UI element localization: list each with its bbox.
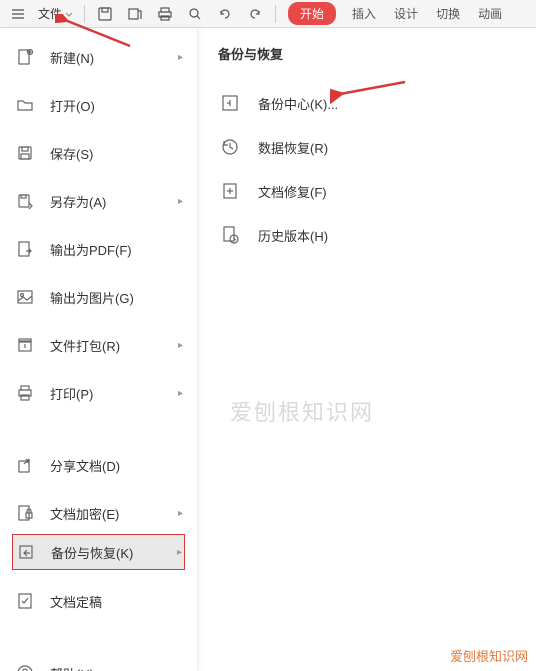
file-menu[interactable]: 文件 xyxy=(34,5,78,22)
encrypt-icon xyxy=(14,502,36,524)
sidebar-item-label: 帮助(H) xyxy=(50,664,178,671)
sidebar-item-help[interactable]: 帮助(H) ▸ xyxy=(0,654,197,671)
panel-item-label: 数据恢复(R) xyxy=(258,138,328,157)
data-recover-icon xyxy=(218,135,242,159)
tab-design[interactable]: 设计 xyxy=(386,2,426,25)
right-panel: 备份与恢复 备份中心(K)... 数据恢复(R) 文档修复(F) 历史版本(H) xyxy=(198,28,536,671)
sidebar-item-img[interactable]: 输出为图片(G) xyxy=(0,278,197,316)
panel-item-data-recover[interactable]: 数据恢复(R) xyxy=(218,125,536,169)
print-icon[interactable] xyxy=(151,2,179,26)
redo-icon[interactable] xyxy=(241,2,269,26)
sidebar-item-label: 打开(O) xyxy=(50,96,183,115)
panel-item-history[interactable]: 历史版本(H) xyxy=(218,213,536,257)
sidebar-item-pdf[interactable]: 输出为PDF(F) xyxy=(0,230,197,268)
tab-animation[interactable]: 动画 xyxy=(470,2,510,25)
share-icon xyxy=(14,454,36,476)
panel-item-doc-repair[interactable]: 文档修复(F) xyxy=(218,169,536,213)
sidebar-item-label: 备份与恢复(K) xyxy=(51,543,177,562)
separator xyxy=(275,5,276,23)
sidebar-item-label: 分享文档(D) xyxy=(50,456,183,475)
undo-icon[interactable] xyxy=(211,2,239,26)
save-icon[interactable] xyxy=(91,2,119,26)
sidebar-item-backup[interactable]: 备份与恢复(K) ▸ xyxy=(12,534,185,570)
sidebar-item-print[interactable]: 打印(P) ▸ xyxy=(0,374,197,412)
final-icon xyxy=(14,590,36,612)
pack-icon xyxy=(14,334,36,356)
panel-title: 备份与恢复 xyxy=(218,44,536,63)
preview-icon[interactable] xyxy=(181,2,209,26)
chevron-down-icon xyxy=(64,9,74,19)
chevron-right-icon: ▸ xyxy=(178,388,183,399)
sidebar-item-label: 新建(N) xyxy=(50,48,178,67)
chevron-right-icon: ▸ xyxy=(178,340,183,351)
sidebar-item-label: 输出为PDF(F) xyxy=(50,240,183,259)
doc-repair-icon xyxy=(218,179,242,203)
pdf-icon xyxy=(14,238,36,260)
save-icon xyxy=(14,142,36,164)
panel-item-label: 文档修复(F) xyxy=(258,182,327,201)
sidebar-item-save[interactable]: 保存(S) xyxy=(0,134,197,172)
sidebar-item-label: 打印(P) xyxy=(50,384,178,403)
sidebar-item-encrypt[interactable]: 文档加密(E) ▸ xyxy=(0,494,197,532)
sidebar-item-label: 文档加密(E) xyxy=(50,504,178,523)
sidebar-item-label: 文件打包(R) xyxy=(50,336,178,355)
file-menu-label: 文件 xyxy=(38,5,62,22)
saveas-icon xyxy=(14,190,36,212)
sidebar-item-label: 文档定稿 xyxy=(50,592,183,611)
chevron-right-icon: ▸ xyxy=(177,547,182,558)
chevron-right-icon: ▸ xyxy=(178,668,183,671)
toolbar: 文件 开始 插入 设计 切换 动画 xyxy=(0,0,536,28)
help-icon xyxy=(14,662,36,671)
sidebar-item-pack[interactable]: 文件打包(R) ▸ xyxy=(0,326,197,364)
panel-item-backup-center[interactable]: 备份中心(K)... xyxy=(218,81,536,125)
sidebar-item-new[interactable]: 新建(N) ▸ xyxy=(0,38,197,76)
sidebar-item-share[interactable]: 分享文档(D) xyxy=(0,446,197,484)
sidebar-item-final[interactable]: 文档定稿 xyxy=(0,582,197,620)
tab-start[interactable]: 开始 xyxy=(288,2,336,25)
menu-icon[interactable] xyxy=(4,2,32,26)
panel-item-label: 备份中心(K)... xyxy=(258,94,338,113)
undo-group-icon[interactable] xyxy=(121,2,149,26)
sidebar: 新建(N) ▸ 打开(O) 保存(S) 另存为(A) ▸ 输出为PDF(F) xyxy=(0,28,198,671)
print-icon xyxy=(14,382,36,404)
history-icon xyxy=(218,223,242,247)
sidebar-item-label: 输出为图片(G) xyxy=(50,288,183,307)
sidebar-item-label: 另存为(A) xyxy=(50,192,178,211)
chevron-right-icon: ▸ xyxy=(178,196,183,207)
tab-insert[interactable]: 插入 xyxy=(344,2,384,25)
image-icon xyxy=(14,286,36,308)
tab-transition[interactable]: 切换 xyxy=(428,2,468,25)
open-icon xyxy=(14,94,36,116)
new-icon xyxy=(14,46,36,68)
sidebar-item-label: 保存(S) xyxy=(50,144,183,163)
backup-icon xyxy=(15,541,37,563)
sidebar-item-open[interactable]: 打开(O) xyxy=(0,86,197,124)
panel-item-label: 历史版本(H) xyxy=(258,226,328,245)
chevron-right-icon: ▸ xyxy=(178,52,183,63)
separator xyxy=(84,5,85,23)
sidebar-item-saveas[interactable]: 另存为(A) ▸ xyxy=(0,182,197,220)
chevron-right-icon: ▸ xyxy=(178,508,183,519)
backup-center-icon xyxy=(218,91,242,115)
